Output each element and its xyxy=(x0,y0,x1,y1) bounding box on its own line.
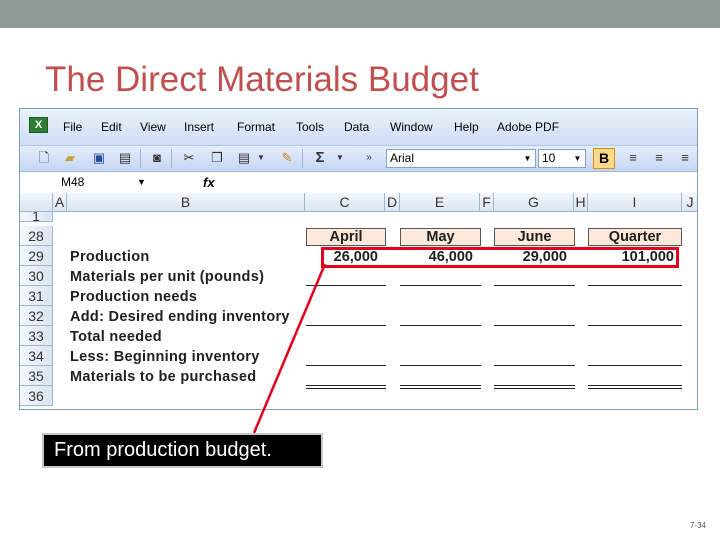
excel-app-icon[interactable]: X xyxy=(29,117,48,133)
row-header-1[interactable]: 1 xyxy=(20,212,53,222)
row-header-31[interactable]: 31 xyxy=(20,286,53,306)
save-icon[interactable]: ▣ xyxy=(90,149,108,167)
autosum-dropdown-icon[interactable]: ▼ xyxy=(331,149,349,167)
callout-box: From production budget. xyxy=(42,433,323,468)
column-header-b[interactable]: B xyxy=(67,193,305,212)
label-desired-ending-inventory: Add: Desired ending inventory xyxy=(70,309,290,325)
header-april: April xyxy=(306,228,386,246)
insert-function-icon[interactable]: fx xyxy=(203,173,215,192)
page-number: 7-34 xyxy=(689,521,706,530)
font-name-select[interactable]: Arial ▼ xyxy=(386,149,536,168)
production-highlight-box xyxy=(321,247,679,268)
slide-top-bar xyxy=(0,0,720,28)
column-header-a[interactable]: A xyxy=(53,193,67,212)
font-size-select[interactable]: 10 ▼ xyxy=(538,149,586,168)
label-materials-per-unit: Materials per unit (pounds) xyxy=(70,269,265,285)
row-header-33[interactable]: 33 xyxy=(20,326,53,346)
row-header-34[interactable]: 34 xyxy=(20,346,53,366)
label-beginning-inventory: Less: Beginning inventory xyxy=(70,349,260,365)
header-june: June xyxy=(494,228,575,246)
column-header-f[interactable]: F xyxy=(480,193,494,212)
label-production: Production xyxy=(70,249,150,265)
header-may: May xyxy=(400,228,481,246)
row-header-32[interactable]: 32 xyxy=(20,306,53,326)
menu-file[interactable]: File xyxy=(63,120,82,134)
align-right-icon[interactable]: ≡ xyxy=(676,149,694,167)
row-header-28[interactable]: 28 xyxy=(20,226,53,246)
chevron-down-icon[interactable]: ▼ xyxy=(137,173,146,192)
permission-icon[interactable]: ▤ xyxy=(116,149,134,167)
column-header-c[interactable]: C xyxy=(305,193,385,212)
menu-insert[interactable]: Insert xyxy=(184,120,214,134)
row-header-36[interactable]: 36 xyxy=(20,386,53,406)
chevron-down-icon[interactable]: ▼ xyxy=(571,151,584,166)
row-header-29[interactable]: 29 xyxy=(20,246,53,266)
column-header-h[interactable]: H xyxy=(574,193,588,212)
copy-icon[interactable]: ❐ xyxy=(208,149,226,167)
paste-dropdown-icon[interactable]: ▼ xyxy=(252,149,270,167)
menu-data[interactable]: Data xyxy=(344,120,369,134)
column-header-e[interactable]: E xyxy=(400,193,480,212)
standard-toolbar: 🗋 ▰ ▣ ▤ ◙ ✂ ❐ ▤ ▼ ✎ Σ ▼ » Arial ▼ 10 ▼ B… xyxy=(20,145,697,171)
select-all-corner[interactable] xyxy=(20,193,53,212)
format-painter-icon[interactable]: ✎ xyxy=(278,149,296,167)
slide-title: The Direct Materials Budget xyxy=(45,60,479,99)
toolbar-options-icon[interactable]: » xyxy=(360,149,378,167)
label-total-needed: Total needed xyxy=(70,329,162,345)
cut-icon[interactable]: ✂ xyxy=(180,149,198,167)
autosum-icon[interactable]: Σ xyxy=(311,149,329,167)
menu-edit[interactable]: Edit xyxy=(101,120,122,134)
menu-window[interactable]: Window xyxy=(390,120,433,134)
new-document-icon[interactable]: 🗋 xyxy=(35,149,53,167)
menu-tools[interactable]: Tools xyxy=(296,120,324,134)
label-production-needs: Production needs xyxy=(70,289,198,305)
align-center-icon[interactable]: ≡ xyxy=(650,149,668,167)
column-header-d[interactable]: D xyxy=(385,193,400,212)
spreadsheet-grid[interactable]: A B C D E F G H I J 1 28 29 30 31 32 33 … xyxy=(20,193,697,409)
column-header-g[interactable]: G xyxy=(494,193,574,212)
paste-icon[interactable]: ▤ xyxy=(235,149,253,167)
menu-format[interactable]: Format xyxy=(237,120,275,134)
label-materials-to-be-purchased: Materials to be purchased xyxy=(70,369,257,385)
column-header-i[interactable]: I xyxy=(588,193,682,212)
camera-icon[interactable]: ◙ xyxy=(148,149,166,167)
font-size-value: 10 xyxy=(542,151,556,165)
menu-view[interactable]: View xyxy=(140,120,166,134)
name-box[interactable]: M48 xyxy=(23,173,155,192)
formula-input[interactable] xyxy=(218,173,697,192)
menu-adobe-pdf[interactable]: Adobe PDF xyxy=(497,120,559,134)
open-folder-icon[interactable]: ▰ xyxy=(61,149,79,167)
formula-bar: M48 ▼ fx xyxy=(20,171,697,193)
column-header-j[interactable]: J xyxy=(682,193,697,212)
menu-help[interactable]: Help xyxy=(454,120,479,134)
align-left-icon[interactable]: ≡ xyxy=(624,149,642,167)
header-quarter: Quarter xyxy=(588,228,682,246)
font-name-value: Arial xyxy=(390,151,415,165)
bold-button[interactable]: B xyxy=(593,148,615,169)
menu-bar: X File Edit View Insert Format Tools Dat… xyxy=(20,109,697,145)
row-header-35[interactable]: 35 xyxy=(20,366,53,386)
chevron-down-icon[interactable]: ▼ xyxy=(521,151,534,166)
row-header-30[interactable]: 30 xyxy=(20,266,53,286)
